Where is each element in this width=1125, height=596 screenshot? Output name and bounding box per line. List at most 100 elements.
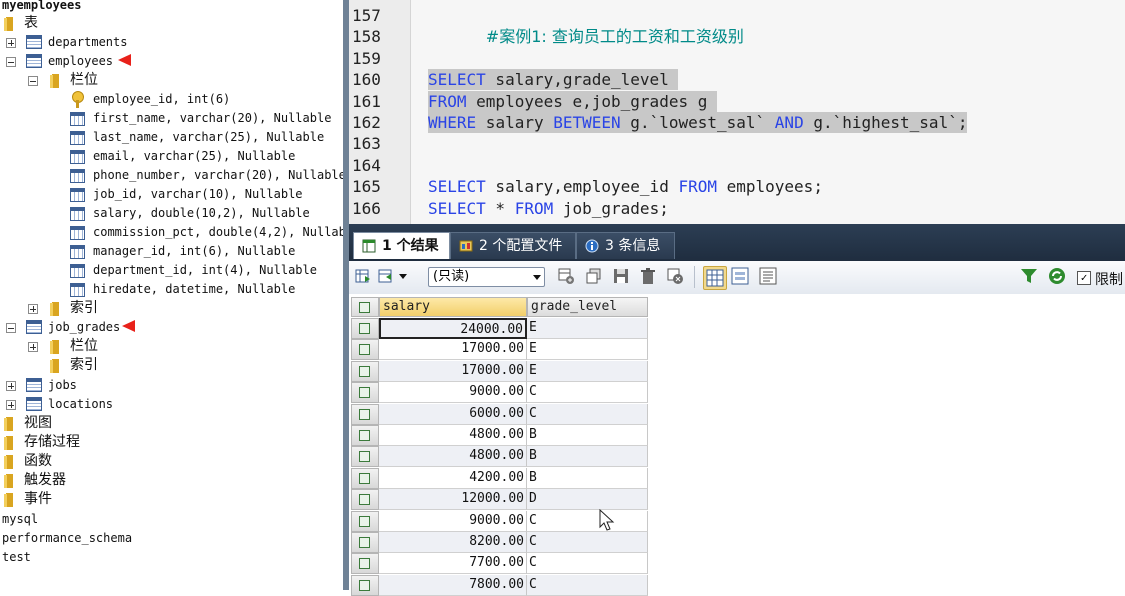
tab-label: 1 个结果 [382, 238, 439, 254]
cell-grade_level[interactable]: C [527, 532, 648, 553]
row-select-checkbox[interactable] [351, 403, 379, 425]
db-name-label: myemployees [2, 0, 82, 12]
cell-salary[interactable]: 4800.00 [379, 446, 527, 468]
import-icon[interactable] [377, 267, 395, 285]
expand-icon[interactable] [28, 342, 38, 352]
tree-folder-procedures[interactable]: 存储过程 [4, 433, 124, 452]
tree-folder-job_grades-columns[interactable]: 栏位 [26, 337, 146, 356]
row-select-checkbox[interactable] [351, 339, 379, 361]
results-pane: 1 个结果 2 个配置文件 3 条信息 (只读) ✓ 限制 salary gra… [349, 224, 1125, 596]
cell-salary[interactable]: 7800.00 [379, 574, 527, 596]
tree-table-job_grades[interactable]: job_grades [4, 318, 204, 337]
tab-results[interactable]: 1 个结果 [353, 232, 450, 259]
select-all-header[interactable] [351, 297, 379, 317]
tree-folder-triggers[interactable]: 触发器 [4, 471, 124, 490]
cell-salary[interactable]: 7700.00 [379, 553, 527, 575]
tree-table-employees[interactable]: employees [4, 52, 204, 71]
collapse-icon[interactable] [28, 76, 38, 86]
save-icon[interactable] [612, 267, 630, 285]
tree-db-test[interactable]: test [2, 548, 31, 567]
cell-grade_level[interactable]: E [527, 360, 648, 382]
duplicate-row-icon[interactable] [585, 267, 603, 285]
tree-folder-employees-columns[interactable]: 栏位 [26, 71, 146, 90]
result-grid[interactable]: salary grade_level 24000.00 E 17000.00 E 170… [349, 294, 1125, 596]
expand-icon[interactable] [28, 304, 38, 314]
cell-grade_level[interactable]: D [527, 489, 648, 511]
cell-salary[interactable]: 17000.00 [379, 360, 527, 382]
text-view-icon[interactable] [759, 267, 777, 285]
row-select-checkbox[interactable] [351, 510, 379, 532]
row-select-checkbox[interactable] [351, 467, 379, 489]
delete-icon[interactable] [639, 267, 657, 285]
collapse-icon[interactable] [6, 323, 16, 333]
cell-salary[interactable]: 9000.00 [379, 510, 527, 532]
chevron-down-icon[interactable] [397, 267, 407, 285]
cell-grade_level[interactable]: B [527, 446, 648, 468]
tree-label: phone_number, varchar(20), Nullable [93, 168, 343, 182]
cancel-changes-icon[interactable] [666, 267, 684, 285]
tab-profiles[interactable]: 2 个配置文件 [450, 232, 576, 259]
tree-table-departments[interactable]: departments [4, 33, 204, 52]
line-number: 165 [352, 177, 381, 196]
expand-icon[interactable] [6, 38, 16, 48]
readonly-select-value: (只读) [433, 269, 470, 284]
cell-grade_level[interactable]: C [527, 574, 648, 596]
row-select-checkbox[interactable] [351, 574, 379, 596]
cell-grade_level[interactable]: B [527, 425, 648, 446]
tree-db-performance_schema[interactable]: performance_schema [2, 529, 132, 548]
row-select-checkbox[interactable] [351, 382, 379, 404]
column-icon [70, 245, 85, 259]
tree-folder-job_grades-index[interactable]: 索引 [26, 356, 146, 375]
cell-salary[interactable]: 4200.00 [379, 467, 527, 489]
sql-text: salary [476, 113, 554, 132]
tree-db-mysql[interactable]: mysql [2, 510, 38, 529]
expand-icon[interactable] [6, 400, 16, 410]
row-select-checkbox[interactable] [351, 553, 379, 575]
tree-table-jobs[interactable]: jobs [4, 376, 204, 395]
readonly-mode-select[interactable]: (只读) [428, 267, 545, 287]
tree-table-locations[interactable]: locations [4, 395, 204, 414]
cell-grade_level[interactable]: B [527, 467, 648, 489]
cell-salary[interactable]: 12000.00 [379, 489, 527, 511]
tree-label: 函数 [24, 453, 52, 469]
cell-salary[interactable]: 8200.00 [379, 532, 527, 553]
row-select-checkbox[interactable] [351, 489, 379, 511]
sql-editor[interactable]: 157 158 159 160 161 162 163 164 165 166 … [349, 0, 1125, 224]
cell-salary[interactable]: 6000.00 [379, 403, 527, 425]
cell-grade_level[interactable]: C [527, 553, 648, 575]
row-select-checkbox[interactable] [351, 446, 379, 468]
checkbox-icon [359, 302, 370, 313]
tree-folder-employees-index[interactable]: 索引 [26, 299, 146, 318]
cell-salary[interactable]: 24000.00 [379, 318, 527, 339]
cell-grade_level[interactable]: E [527, 318, 648, 339]
column-header-grade_level[interactable]: grade_level [527, 297, 648, 317]
grid-view-icon[interactable] [703, 266, 727, 290]
limit-checkbox[interactable]: ✓ [1077, 271, 1091, 285]
cell-grade_level[interactable]: C [527, 403, 648, 425]
folder-icon [50, 359, 62, 373]
form-view-icon[interactable] [731, 267, 749, 285]
row-select-checkbox[interactable] [351, 532, 379, 553]
insert-row-icon[interactable] [557, 267, 575, 285]
sql-keyword: FROM [678, 177, 717, 196]
results-toolbar: (只读) ✓ 限制 [349, 261, 1125, 295]
column-header-salary[interactable]: salary [379, 297, 527, 317]
tree-db-myemployees[interactable]: myemployees [2, 0, 81, 15]
export-icon[interactable] [354, 267, 372, 285]
cell-grade_level[interactable]: C [527, 382, 648, 404]
tab-messages[interactable]: 3 条信息 [576, 232, 675, 259]
row-select-checkbox[interactable] [351, 318, 379, 339]
code-area[interactable]: #案例1: 查询员工的工资和工资级别 SELECT salary,grade_l… [411, 0, 1125, 224]
filter-icon[interactable] [1020, 267, 1038, 285]
row-select-checkbox[interactable] [351, 360, 379, 382]
cell-salary[interactable]: 9000.00 [379, 382, 527, 404]
cell-salary[interactable]: 17000.00 [379, 339, 527, 361]
line-number: 163 [352, 134, 381, 153]
collapse-icon[interactable] [6, 57, 16, 67]
cell-grade_level[interactable]: C [527, 510, 648, 532]
cell-salary[interactable]: 4800.00 [379, 425, 527, 446]
cell-grade_level[interactable]: E [527, 339, 648, 361]
expand-icon[interactable] [6, 381, 16, 391]
row-select-checkbox[interactable] [351, 425, 379, 446]
refresh-icon[interactable] [1048, 267, 1066, 285]
